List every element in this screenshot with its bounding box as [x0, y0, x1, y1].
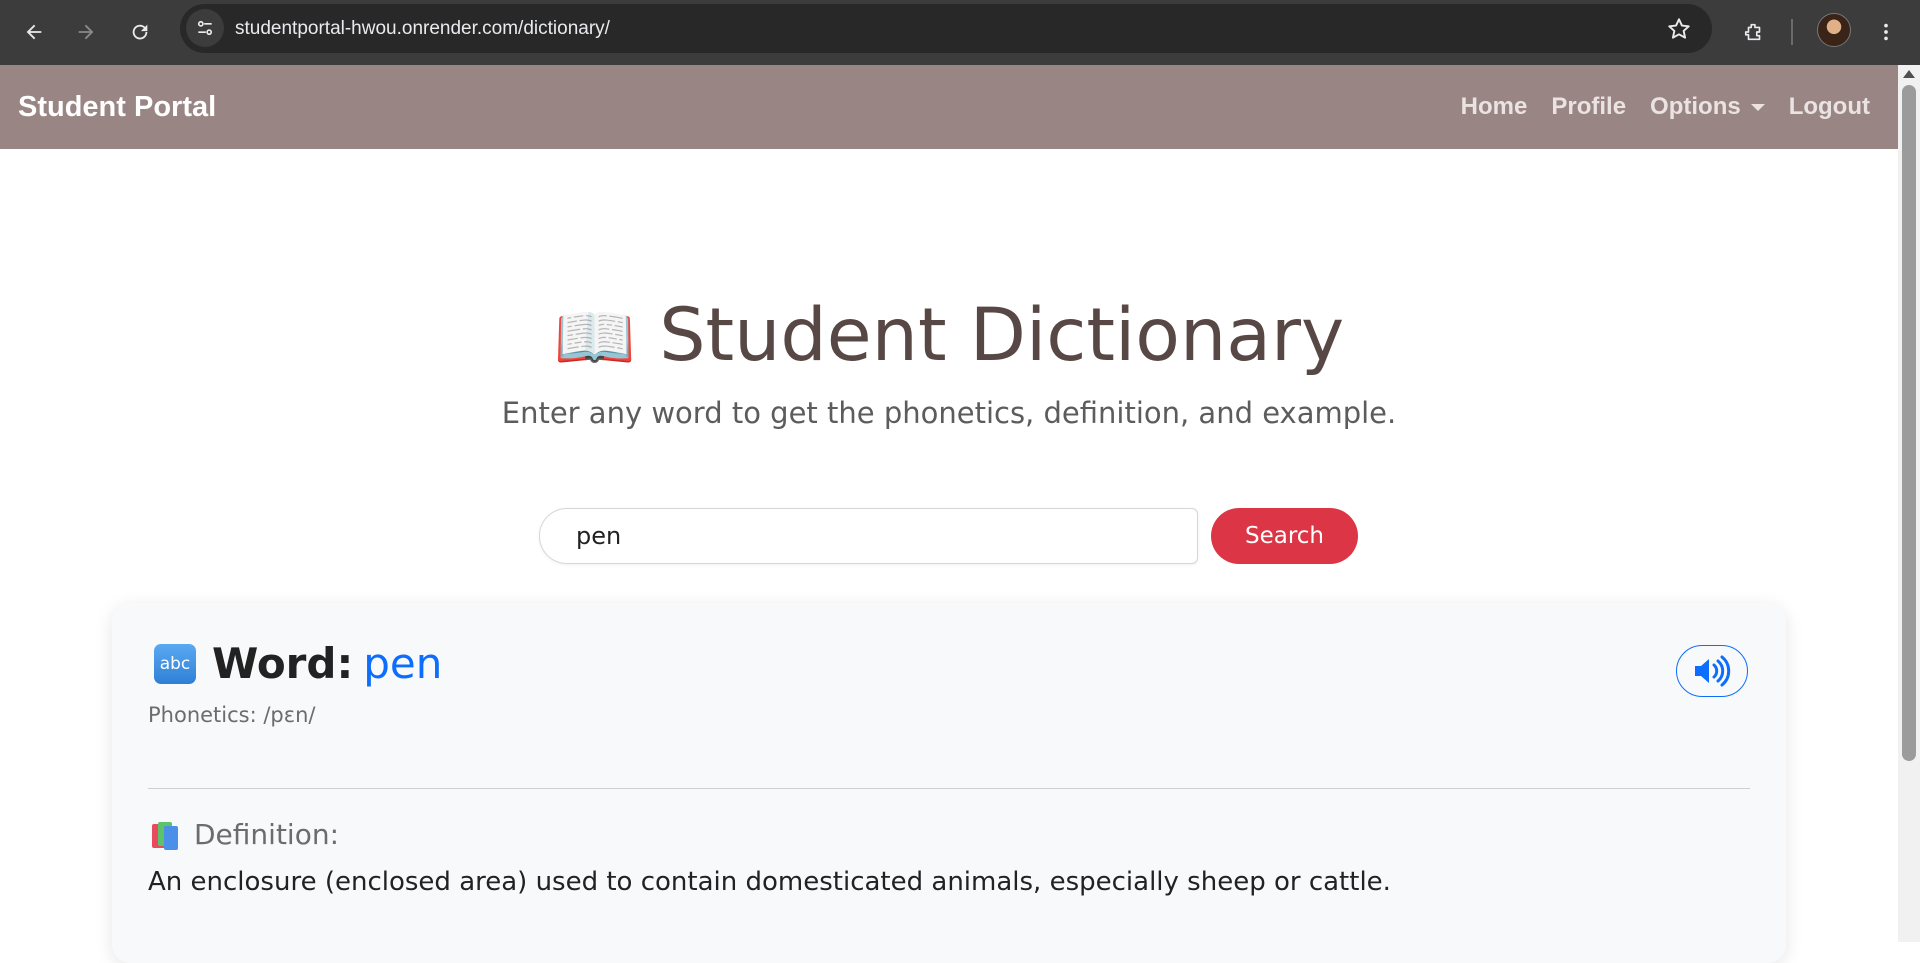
page-scrollbar[interactable] [1898, 65, 1920, 942]
nav-options-label: Options [1650, 93, 1741, 120]
reload-icon[interactable] [120, 12, 160, 52]
star-icon[interactable] [1666, 16, 1692, 42]
result-card: abc Word: pen Phonetics: /pɛn/ Definitio… [112, 603, 1786, 963]
definition-text: An enclosure (enclosed area) used to con… [148, 867, 1391, 897]
definition-heading-text: Definition: [194, 818, 340, 851]
word-label: Word: [212, 639, 354, 688]
open-book-icon: 📖 [553, 299, 636, 376]
search-input[interactable] [539, 508, 1198, 564]
definition-heading: Definition: [150, 818, 339, 851]
site-navbar: Student Portal Home Profile Options Logo… [0, 65, 1898, 149]
brand-logo[interactable]: Student Portal [18, 65, 216, 149]
play-pronunciation-button[interactable] [1676, 645, 1748, 697]
address-bar[interactable]: studentportal-hwou.onrender.com/dictiona… [180, 4, 1712, 53]
nav-options-dropdown[interactable]: Options [1650, 93, 1765, 121]
forward-icon[interactable] [66, 12, 106, 52]
scroll-thumb[interactable] [1902, 85, 1916, 761]
phonetics-text: Phonetics: /pɛn/ [148, 703, 316, 727]
page-title: 📖 Student Dictionary [0, 293, 1898, 378]
word-value: pen [363, 639, 443, 688]
back-icon[interactable] [14, 12, 54, 52]
nav-home[interactable]: Home [1461, 93, 1528, 121]
page-title-text: Student Dictionary [659, 293, 1345, 378]
toolbar-separator [1791, 19, 1793, 45]
divider [148, 788, 1750, 789]
speaker-icon [1695, 655, 1731, 687]
nav-links: Home Profile Options Logout [1437, 65, 1870, 149]
profile-avatar[interactable] [1817, 13, 1851, 47]
scroll-up-icon[interactable] [1903, 70, 1915, 78]
books-icon [150, 820, 182, 850]
url-text[interactable]: studentportal-hwou.onrender.com/dictiona… [235, 4, 610, 53]
nav-profile[interactable]: Profile [1551, 93, 1626, 121]
extensions-icon[interactable] [1734, 12, 1774, 52]
page-subtitle: Enter any word to get the phonetics, def… [501, 396, 1397, 430]
chevron-down-icon [1750, 103, 1765, 111]
site-info-icon[interactable] [186, 9, 224, 47]
browser-toolbar: studentportal-hwou.onrender.com/dictiona… [0, 0, 1920, 65]
nav-logout[interactable]: Logout [1789, 93, 1870, 121]
menu-icon[interactable] [1866, 12, 1906, 52]
search-button[interactable]: Search [1211, 508, 1358, 564]
word-heading: abc Word: pen [154, 639, 442, 688]
abc-icon: abc [154, 643, 196, 684]
